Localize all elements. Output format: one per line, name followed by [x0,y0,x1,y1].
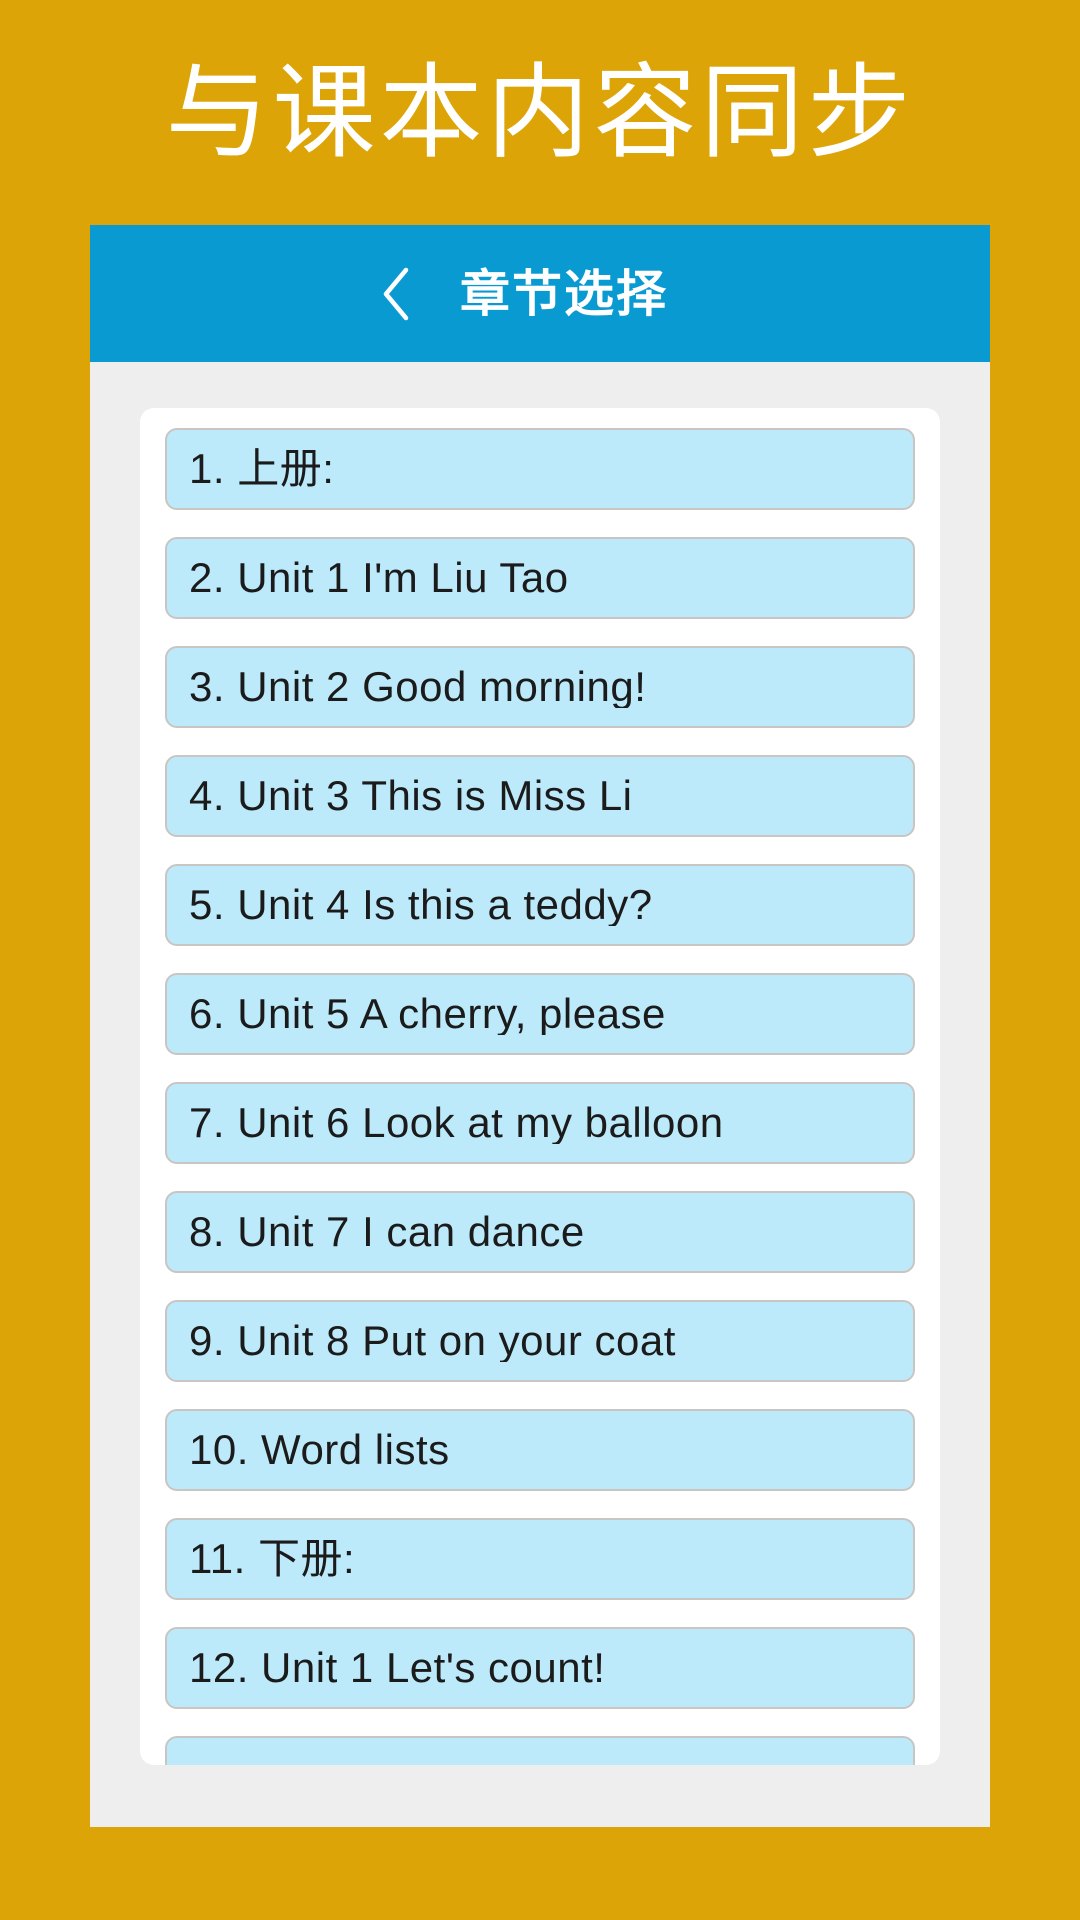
chapter-list-item-label: 8. Unit 7 I can dance [189,1211,585,1253]
chevron-left-icon[interactable] [376,266,414,322]
chapter-list-item-label: 3. Unit 2 Good morning! [189,666,647,708]
chapter-list-item[interactable]: 10. Word lists [165,1409,915,1491]
chapter-list-item[interactable]: 12. Unit 1 Let's count! [165,1627,915,1709]
app-title: 章节选择 [460,265,668,322]
chapter-list-item[interactable] [165,1736,915,1765]
chapter-list-item-label: 2. Unit 1 I'm Liu Tao [189,557,569,599]
chapter-list-item-label: 7. Unit 6 Look at my balloon [189,1102,724,1144]
chapter-list-item[interactable]: 4. Unit 3 This is Miss Li [165,755,915,837]
chapter-list-item[interactable]: 3. Unit 2 Good morning! [165,646,915,728]
chapter-list-item-label: 4. Unit 3 This is Miss Li [189,775,633,817]
chapter-list-item[interactable]: 7. Unit 6 Look at my balloon [165,1082,915,1164]
chapter-list-item-label: 1. 上册: [189,448,335,490]
chapter-list-item[interactable]: 6. Unit 5 A cherry, please [165,973,915,1055]
chapter-list-item[interactable]: 8. Unit 7 I can dance [165,1191,915,1273]
chapter-list-item-label: 12. Unit 1 Let's count! [189,1647,606,1689]
chapter-list-item-label: 11. 下册: [189,1538,356,1580]
phone-screen: 章节选择 1. 上册: 2. Unit 1 I'm Liu Tao 3. Unit … [90,225,990,1827]
app-title-bar: 章节选择 [90,225,990,362]
chapter-list-item-label: 6. Unit 5 A cherry, please [189,993,666,1035]
app-title-bar-content: 章节选择 [376,266,668,322]
chapter-list-item[interactable]: 2. Unit 1 I'm Liu Tao [165,537,915,619]
chapter-list-item[interactable]: 5. Unit 4 Is this a teddy? [165,864,915,946]
chapter-list-item[interactable]: 1. 上册: [165,428,915,510]
content-area: 1. 上册: 2. Unit 1 I'm Liu Tao 3. Unit 2 Goo… [90,362,990,1827]
chapter-list: 1. 上册: 2. Unit 1 I'm Liu Tao 3. Unit 2 Goo… [165,428,915,1765]
chapter-list-item[interactable]: 11. 下册: [165,1518,915,1600]
chapter-list-item-label: 10. Word lists [189,1429,450,1471]
promo-headline: 与课本内容同步 [165,55,915,170]
chapter-list-item[interactable]: 9. Unit 8 Put on your coat [165,1300,915,1382]
chapter-list-item-label: 5. Unit 4 Is this a teddy? [189,884,653,926]
chapter-list-item-label: 9. Unit 8 Put on your coat [189,1320,676,1362]
chapter-card: 1. 上册: 2. Unit 1 I'm Liu Tao 3. Unit 2 Goo… [140,408,940,1765]
